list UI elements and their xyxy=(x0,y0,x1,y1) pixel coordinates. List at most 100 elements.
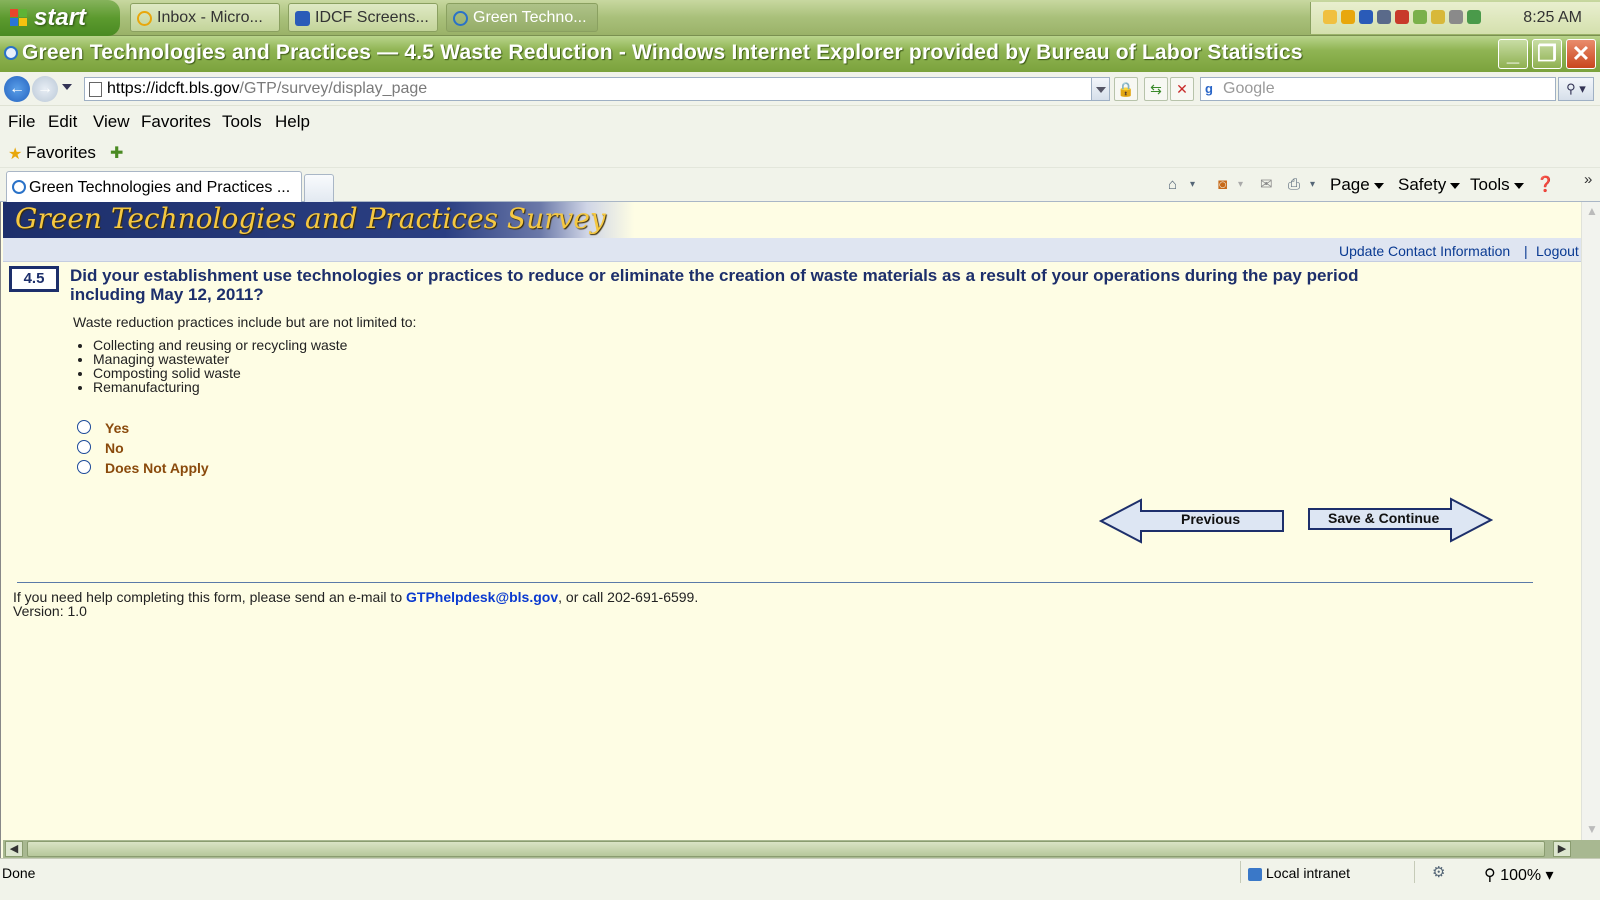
no-radio[interactable] xyxy=(77,440,91,454)
windows-logo-icon xyxy=(10,9,28,27)
menu-help[interactable]: Help xyxy=(275,112,310,132)
page-menu-label: Page xyxy=(1330,175,1370,194)
favorites-button[interactable]: Favorites xyxy=(26,143,96,163)
footer-divider xyxy=(17,582,1533,583)
google-icon: g xyxy=(1205,81,1213,96)
url-path: /GTP/survey/display_page xyxy=(239,80,428,97)
safety-menu[interactable]: Safety xyxy=(1398,175,1461,195)
more-commands-icon[interactable]: » xyxy=(1584,171,1592,188)
search-icon: ⚲ ▾ xyxy=(1566,81,1586,96)
menu-tools[interactable]: Tools xyxy=(222,112,262,132)
does-not-apply-label[interactable]: Does Not Apply xyxy=(105,460,209,476)
tray-icons xyxy=(1323,10,1481,24)
clock[interactable]: 8:25 AM xyxy=(1523,9,1582,27)
scroll-left-icon[interactable]: ◀ xyxy=(5,841,23,857)
outlook-icon xyxy=(137,11,152,26)
search-button[interactable]: ⚲ ▾ xyxy=(1558,77,1594,101)
search-input[interactable]: g Google xyxy=(1200,77,1556,101)
back-button[interactable]: ← xyxy=(4,76,30,102)
chevron-down-icon xyxy=(1373,182,1384,189)
zoom-value: 100% xyxy=(1500,867,1542,884)
help-suffix: , or call 202-691-6599. xyxy=(558,589,699,605)
taskbar-button-idcf[interactable]: IDCF Screens... xyxy=(288,3,438,32)
status-bar: Done Local intranet ⚙ ⚲ 100% ▾ xyxy=(0,858,1600,900)
start-button[interactable]: start xyxy=(0,0,120,36)
scroll-right-icon[interactable]: ▶ xyxy=(1553,841,1571,857)
menu-bar: File Edit View Favorites Tools Help xyxy=(0,106,1600,136)
back-arrow-icon: ← xyxy=(9,80,25,97)
banner-title: Green Technologies and Practices Survey xyxy=(15,202,606,235)
refresh-icon[interactable]: ⇆ xyxy=(1144,77,1168,101)
feeds-icon[interactable]: ◙ xyxy=(1218,177,1236,193)
logout-link[interactable]: Logout xyxy=(1536,243,1579,259)
address-input[interactable]: https://idcft.bls.gov/GTP/survey/display… xyxy=(84,77,1110,101)
menu-file[interactable]: File xyxy=(8,112,35,132)
security-zone[interactable]: Local intranet xyxy=(1248,865,1350,881)
network-error-icon[interactable] xyxy=(1395,10,1409,24)
history-dropdown-icon[interactable] xyxy=(62,84,72,90)
print-dropdown-icon[interactable]: ▾ xyxy=(1310,177,1328,193)
stop-icon[interactable]: ✕ xyxy=(1170,77,1194,101)
new-tab-button[interactable] xyxy=(304,174,334,202)
printer-icon[interactable] xyxy=(1413,10,1427,24)
tools-menu[interactable]: Tools xyxy=(1470,175,1524,195)
no-label[interactable]: No xyxy=(105,440,124,456)
forward-arrow-icon: → xyxy=(37,80,53,97)
link-separator: | xyxy=(1524,243,1528,259)
forward-button[interactable]: → xyxy=(32,76,58,102)
taskbar-button-label: Inbox - Micro... xyxy=(157,9,263,26)
mail-icon[interactable] xyxy=(1323,10,1337,24)
helpdesk-email-link[interactable]: GTPhelpdesk@bls.gov xyxy=(406,589,558,605)
scroll-down-icon[interactable]: ▼ xyxy=(1586,822,1598,836)
monitor-icon[interactable] xyxy=(1377,10,1391,24)
taskbar-button-label: Green Techno... xyxy=(473,9,587,26)
taskbar-button-green-technologies[interactable]: Green Techno... xyxy=(446,3,598,32)
menu-favorites[interactable]: Favorites xyxy=(141,112,211,132)
scroll-up-icon[interactable]: ▲ xyxy=(1586,204,1598,218)
taskbar-button-inbox[interactable]: Inbox - Micro... xyxy=(130,3,280,32)
menu-edit[interactable]: Edit xyxy=(48,112,77,132)
zoom-level[interactable]: ⚲ 100% ▾ xyxy=(1484,865,1554,885)
window-titlebar[interactable]: Green Technologies and Practices — 4.5 W… xyxy=(0,36,1600,72)
menu-view[interactable]: View xyxy=(93,112,130,132)
feeds-dropdown-icon[interactable]: ▾ xyxy=(1238,177,1256,193)
home-dropdown-icon[interactable]: ▾ xyxy=(1190,177,1208,193)
sound-icon[interactable] xyxy=(1449,10,1463,24)
minimize-button[interactable]: _ xyxy=(1498,39,1528,69)
tab-green-technologies[interactable]: Green Technologies and Practices ... xyxy=(6,171,302,202)
outlook-tray-icon[interactable] xyxy=(1341,10,1355,24)
address-dropdown-button[interactable] xyxy=(1091,78,1109,100)
yes-label[interactable]: Yes xyxy=(105,420,129,436)
example-list: Collecting and reusing or recycling wast… xyxy=(93,338,347,394)
close-window-button[interactable]: ✕ xyxy=(1566,39,1596,69)
horizontal-scroll-thumb[interactable] xyxy=(27,841,1545,857)
list-item: Remanufacturing xyxy=(93,380,347,394)
list-item: Composting solid waste xyxy=(93,366,347,380)
lock-icon[interactable]: 🔒 xyxy=(1114,77,1138,101)
shield-icon[interactable] xyxy=(1359,10,1373,24)
home-icon[interactable]: ⌂ xyxy=(1168,177,1186,193)
top-links-bar: Update Contact Information | Logout xyxy=(3,238,1581,262)
previous-button[interactable]: Previous xyxy=(1099,498,1287,544)
status-text: Done xyxy=(2,865,36,881)
vertical-scrollbar[interactable]: ▲ ▼ xyxy=(1581,202,1600,840)
update-icon[interactable] xyxy=(1467,10,1481,24)
safety-menu-label: Safety xyxy=(1398,175,1447,194)
status-divider xyxy=(1414,861,1415,883)
restore-button[interactable]: ❐ xyxy=(1532,39,1562,69)
add-favorite-icon[interactable]: ✚ xyxy=(110,143,130,162)
mail-icon[interactable]: ✉ xyxy=(1260,177,1278,193)
help-icon[interactable]: ❓ xyxy=(1536,177,1555,193)
horizontal-scrollbar[interactable]: ◀ ▶ xyxy=(3,840,1600,858)
save-continue-button[interactable]: Save & Continue xyxy=(1307,497,1493,543)
protected-mode-icon[interactable]: ⚙ xyxy=(1432,865,1450,881)
page-menu[interactable]: Page xyxy=(1330,175,1384,195)
print-icon[interactable]: ⎙ xyxy=(1288,177,1306,193)
does-not-apply-radio[interactable] xyxy=(77,460,91,474)
tools-menu-label: Tools xyxy=(1470,175,1510,194)
security-icon[interactable] xyxy=(1431,10,1445,24)
internet-explorer-icon xyxy=(12,180,26,194)
favorites-star-icon: ★ xyxy=(8,146,23,163)
yes-radio[interactable] xyxy=(77,420,91,434)
update-contact-link[interactable]: Update Contact Information xyxy=(1339,243,1510,259)
